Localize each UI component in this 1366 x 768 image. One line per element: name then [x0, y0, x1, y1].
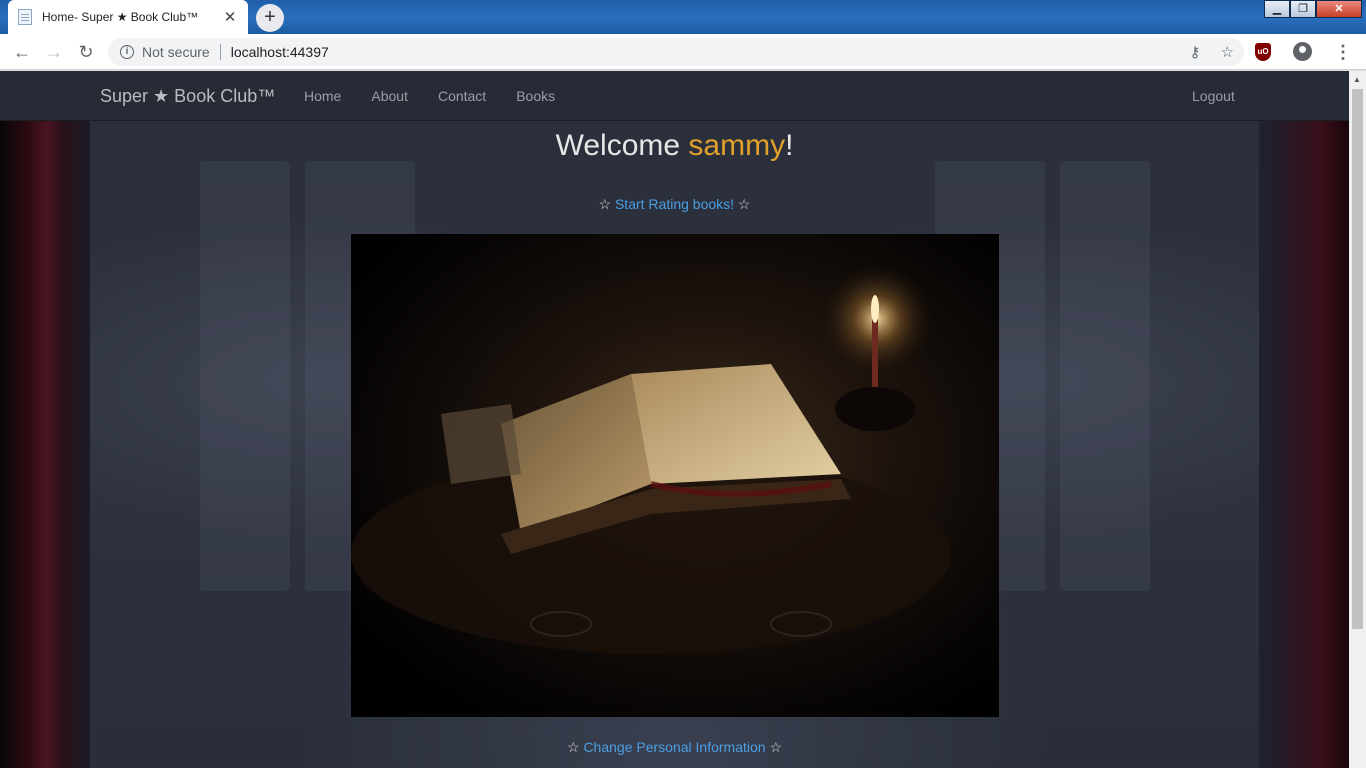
nav-link-about[interactable]: About [371, 88, 408, 104]
tab-title: Home- Super ★ Book Club™ [42, 10, 199, 24]
old-book-candle-illustration [351, 259, 951, 654]
scrollbar-thumb[interactable] [1352, 89, 1363, 629]
bookmark-star-icon[interactable]: ☆ [1221, 43, 1234, 61]
star-icon: ☆ [737, 196, 751, 212]
browser-toolbar: ← → ↻ i Not secure localhost:44397 ⚷ ☆ u… [0, 34, 1366, 70]
browser-titlebar: Home- Super ★ Book Club™ ✕ + ▁ ❐ ✕ [0, 0, 1366, 34]
window-controls: ▁ ❐ ✕ [1264, 0, 1362, 18]
page-viewport: Super ★ Book Club™ Home About Contact Bo… [0, 71, 1349, 768]
nav-link-contact[interactable]: Contact [438, 88, 486, 104]
address-bar[interactable]: i Not secure localhost:44397 ⚷ ☆ [108, 38, 1244, 66]
logout-link[interactable]: Logout [1192, 88, 1235, 104]
username: sammy [688, 129, 786, 162]
start-rating-row: ☆ Start Rating books! ☆ [0, 196, 1349, 213]
welcome-prefix: Welcome [555, 129, 689, 162]
menu-dots-icon[interactable]: ⋮ [1334, 43, 1352, 61]
nav-link-books[interactable]: Books [516, 88, 555, 104]
page-favicon-icon [18, 9, 32, 25]
start-rating-link[interactable]: Start Rating books! [615, 196, 734, 212]
hero-image-old-book [351, 234, 999, 717]
security-label: Not secure [142, 44, 210, 60]
background-window-shape [200, 161, 290, 591]
profile-icon[interactable] [1293, 42, 1312, 61]
new-tab-button[interactable]: + [256, 4, 284, 32]
scroll-up-arrow-icon[interactable]: ▲ [1353, 75, 1361, 84]
key-icon[interactable]: ⚷ [1190, 43, 1201, 61]
browser-tab-active[interactable]: Home- Super ★ Book Club™ ✕ [8, 0, 248, 34]
extension-icons: uO ⋮ [1255, 42, 1352, 61]
star-icon: ☆ [566, 739, 580, 755]
site-navbar: Super ★ Book Club™ Home About Contact Bo… [0, 71, 1349, 121]
minimize-button[interactable]: ▁ [1264, 0, 1290, 18]
background-left-panel [0, 121, 92, 768]
url-text[interactable]: localhost:44397 [231, 44, 329, 60]
back-arrow-icon[interactable]: ← [11, 41, 33, 63]
forward-arrow-icon[interactable]: → [43, 41, 65, 63]
window-close-button[interactable]: ✕ [1316, 0, 1362, 18]
omnibox-icons: ⚷ ☆ [1190, 43, 1234, 61]
nav-link-home[interactable]: Home [304, 88, 341, 104]
restore-button[interactable]: ❐ [1290, 0, 1316, 18]
background-right-panel [1259, 121, 1349, 768]
site-brand[interactable]: Super ★ Book Club™ [100, 86, 275, 107]
tab-close-icon[interactable]: ✕ [222, 8, 238, 26]
change-info-row: ☆ Change Personal Information ☆ [0, 739, 1349, 756]
omnibox-separator [219, 44, 221, 60]
welcome-heading: Welcome sammy! [0, 129, 1349, 163]
info-icon[interactable]: i [120, 45, 134, 59]
star-icon: ☆ [769, 739, 782, 755]
welcome-suffix: ! [785, 129, 794, 162]
background-window-shape [1060, 161, 1150, 591]
change-personal-info-link[interactable]: Change Personal Information [583, 739, 765, 755]
page-scrollbar[interactable]: ▲ [1349, 71, 1366, 768]
reload-icon[interactable]: ↻ [75, 41, 97, 63]
ublock-icon[interactable]: uO [1255, 42, 1271, 61]
star-icon: ☆ [598, 196, 612, 212]
nav-links: Home About Contact Books [304, 88, 585, 104]
